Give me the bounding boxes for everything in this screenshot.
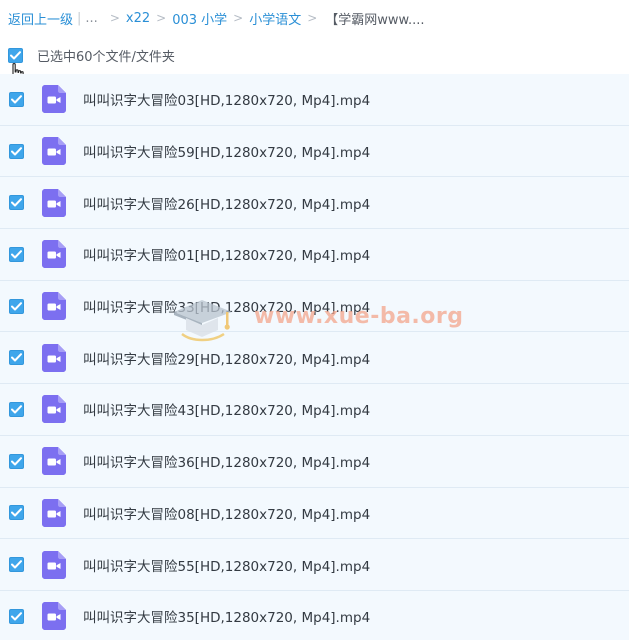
check-icon [11,456,22,466]
file-checkbox[interactable] [9,505,24,521]
file-list: 叫叫识字大冒险03[HD,1280x720, Mp4].mp4 叫叫识字大冒险59… [0,74,629,640]
check-icon [10,50,21,59]
file-name[interactable]: 叫叫识字大冒险26[HD,1280x720, Mp4].mp4 [83,193,370,213]
check-icon [11,146,22,156]
check-icon [11,95,22,104]
file-checkbox[interactable] [9,91,24,107]
select-all: 已选中60个文件/文件夹 [8,46,175,65]
check-icon [11,198,22,207]
check-icon [11,560,22,569]
file-name[interactable]: 叫叫识字大冒险36[HD,1280x720, Mp4].mp4 [83,451,370,471]
file-row[interactable]: 叫叫识字大冒险33[HD,1280x720, Mp4].mp4 [0,280,629,333]
file-name[interactable]: 叫叫识字大冒险43[HD,1280x720, Mp4].mp4 [83,399,370,419]
chevron-right-icon: > [233,11,244,25]
file-checkbox[interactable] [9,143,24,159]
file-browser: 返回上一级 | ... > x22 > 003 小学 > 小学语文 > 【学霸网… [0,0,629,640]
video-file-icon [42,188,66,217]
select-all-checkbox[interactable] [8,47,23,63]
check-icon [11,250,22,259]
video-file-icon [42,137,66,166]
breadcrumb-current: 【学霸网www.... [325,12,425,28]
file-row[interactable]: 叫叫识字大冒险36[HD,1280x720, Mp4].mp4 [0,435,629,488]
file-row[interactable]: 叫叫识字大冒险59[HD,1280x720, Mp4].mp4 [0,125,629,178]
file-row[interactable]: 叫叫识字大冒险29[HD,1280x720, Mp4].mp4 [0,332,629,385]
video-file-icon [42,395,66,424]
file-name[interactable]: 叫叫识字大冒险35[HD,1280x720, Mp4].mp4 [83,606,370,626]
check-icon [11,405,22,414]
file-row[interactable]: 叫叫识字大冒险55[HD,1280x720, Mp4].mp4 [0,539,629,591]
file-checkbox[interactable] [9,453,24,469]
file-name[interactable]: 叫叫识字大冒险01[HD,1280x720, Mp4].mp4 [83,244,370,264]
video-file-icon [42,85,66,114]
video-file-icon [42,498,66,527]
chevron-right-icon: > [156,11,167,25]
selection-count-label: 已选中60个文件/文件夹 [37,49,175,65]
file-name[interactable]: 叫叫识字大冒险59[HD,1280x720, Mp4].mp4 [83,141,370,161]
file-checkbox[interactable] [9,298,24,314]
video-file-icon [42,292,66,321]
file-name[interactable]: 叫叫识字大冒险29[HD,1280x720, Mp4].mp4 [83,348,370,368]
video-file-icon [42,343,66,372]
check-icon [11,611,22,621]
breadcrumb-item-chinese[interactable]: 小学语文 [249,9,301,28]
back-link[interactable]: 返回上一级 [8,9,73,28]
file-checkbox[interactable] [9,557,24,573]
file-row[interactable]: 叫叫识字大冒险01[HD,1280x720, Mp4].mp4 [0,229,629,281]
file-checkbox[interactable] [9,608,24,624]
video-file-icon [42,602,66,631]
video-file-icon [42,240,66,269]
breadcrumb-separator: | [77,10,82,26]
file-row[interactable]: 叫叫识字大冒险03[HD,1280x720, Mp4].mp4 [0,74,629,126]
breadcrumb-item-003[interactable]: 003 小学 [172,9,227,28]
breadcrumb: 返回上一级 | ... > x22 > 003 小学 > 小学语文 > 【学霸网… [8,7,425,29]
file-row[interactable]: 叫叫识字大冒险08[HD,1280x720, Mp4].mp4 [0,487,629,540]
file-name[interactable]: 叫叫识字大冒险03[HD,1280x720, Mp4].mp4 [83,89,370,109]
file-checkbox[interactable] [9,195,24,211]
file-name[interactable]: 叫叫识字大冒险55[HD,1280x720, Mp4].mp4 [83,555,370,575]
chevron-right-icon: > [109,11,120,25]
chevron-right-icon: > [307,11,318,25]
breadcrumb-ellipsis[interactable]: ... [85,11,97,26]
check-icon [11,353,22,362]
video-file-icon [42,550,66,579]
breadcrumb-item-x22[interactable]: x22 [126,11,150,26]
file-row[interactable]: 叫叫识字大冒险35[HD,1280x720, Mp4].mp4 [0,590,629,640]
file-checkbox[interactable] [9,246,24,262]
file-row[interactable]: 叫叫识字大冒险26[HD,1280x720, Mp4].mp4 [0,177,629,230]
check-icon [11,301,22,311]
file-name[interactable]: 叫叫识字大冒险33[HD,1280x720, Mp4].mp4 [83,296,370,316]
video-file-icon [42,447,66,476]
file-checkbox[interactable] [9,401,24,417]
file-row[interactable]: 叫叫识字大冒险43[HD,1280x720, Mp4].mp4 [0,384,629,436]
check-icon [11,508,22,517]
file-checkbox[interactable] [9,350,24,366]
file-name[interactable]: 叫叫识字大冒险08[HD,1280x720, Mp4].mp4 [83,503,370,523]
